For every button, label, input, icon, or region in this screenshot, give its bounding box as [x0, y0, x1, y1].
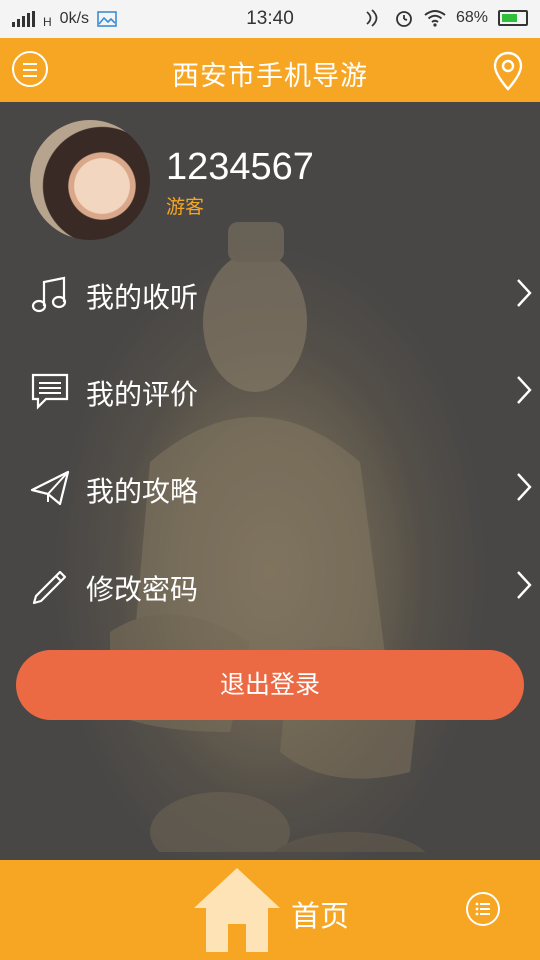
bottom-bar: 首页 [0, 860, 540, 960]
battery-icon [498, 10, 528, 26]
battery-percent: 68% [455, 9, 488, 26]
page-title: 西安市手机导游 [172, 61, 368, 92]
nfc-icon [366, 9, 378, 27]
menu-item-label: 修改密码 [86, 573, 199, 606]
chevron-right-icon [517, 279, 532, 307]
list-button[interactable] [466, 892, 500, 926]
avatar[interactable] [30, 120, 150, 240]
alarm-icon [396, 11, 412, 27]
home-tab-label[interactable]: 首页 [291, 893, 349, 935]
wifi-icon [424, 10, 446, 27]
comment-icon [31, 373, 69, 410]
menu-item-listening[interactable]: 我的收听 [0, 254, 540, 334]
menu-item-reviews[interactable]: 我的评价 [0, 351, 540, 431]
music-note-icon [31, 276, 67, 313]
list-icon [475, 902, 490, 916]
logout-button[interactable]: 退出登录 [16, 650, 524, 720]
pencil-icon [32, 570, 67, 605]
chevron-right-icon [517, 473, 532, 501]
menu-item-label: 我的评价 [86, 378, 199, 411]
location-pin-icon[interactable] [492, 51, 524, 91]
app-header: 西安市手机导游 [0, 38, 540, 102]
user-role: 游客 [166, 196, 205, 218]
status-bar: H 0k/s 13:40 68% [0, 0, 540, 38]
menu-item-change-password[interactable]: 修改密码 [0, 546, 540, 626]
menu-item-guides[interactable]: 我的攻略 [0, 448, 540, 528]
chevron-right-icon [517, 571, 532, 599]
menu-item-label: 我的攻略 [86, 475, 199, 508]
chevron-right-icon [517, 376, 532, 404]
username: 1234567 [166, 146, 314, 188]
status-right: 68% [364, 8, 528, 28]
home-icon[interactable] [192, 866, 282, 954]
menu-item-label: 我的收听 [86, 281, 199, 314]
paper-plane-icon [30, 470, 70, 506]
